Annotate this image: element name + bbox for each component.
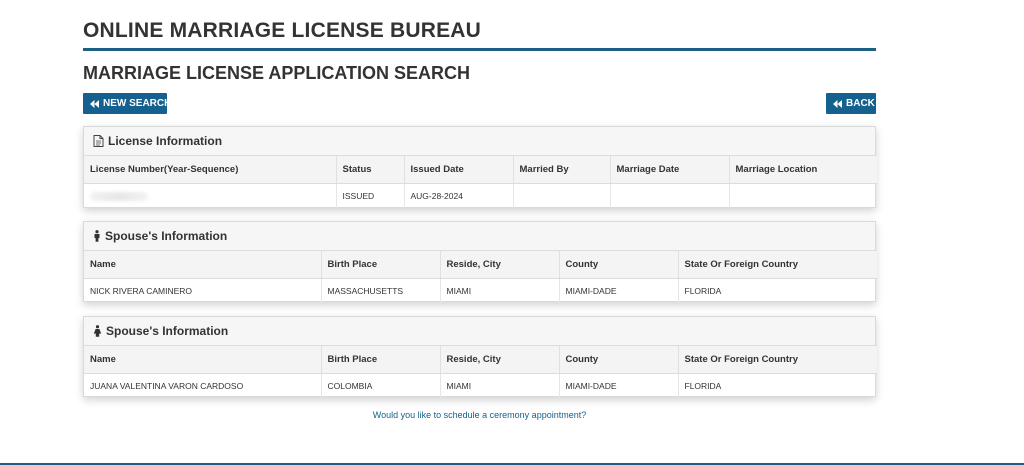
state-country-cell: FLORIDA bbox=[684, 380, 722, 391]
column-header: Name bbox=[84, 251, 322, 279]
column-header: Married By bbox=[513, 156, 611, 184]
issued-date-cell: AUG-28-2024 bbox=[404, 183, 514, 208]
table-header-row: License Number(Year-Sequence) Status Iss… bbox=[84, 156, 877, 184]
panel-title: License Information bbox=[108, 134, 223, 148]
reside-city-cell: MIAMI bbox=[440, 278, 560, 303]
panel-title: Spouse's Information bbox=[106, 324, 229, 338]
marriage-date-cell bbox=[610, 183, 730, 208]
column-header: State Or Foreign Country bbox=[678, 346, 877, 374]
status-cell: ISSUED bbox=[336, 183, 405, 208]
reside-city-cell: MIAMI bbox=[440, 373, 560, 398]
table-row: JUANA VALENTINA VARON CARDOSO COLOMBIA M… bbox=[84, 373, 877, 398]
title-divider bbox=[83, 48, 876, 51]
ceremony-appointment-link[interactable]: Would you like to schedule a ceremony ap… bbox=[83, 410, 876, 420]
birth-place-cell: MASSACHUSETTS bbox=[321, 278, 441, 303]
county-cell: MIAMI-DADE bbox=[559, 278, 679, 303]
rewind-icon bbox=[833, 99, 842, 108]
column-header: Reside, City bbox=[440, 346, 560, 374]
license-information-panel: License Information License Number(Year-… bbox=[83, 126, 877, 208]
column-header: State Or Foreign Country bbox=[678, 251, 877, 279]
name-cell: NICK RIVERA CAMINERO bbox=[84, 278, 322, 303]
marriage-location-cell bbox=[729, 183, 877, 208]
column-header: Issued Date bbox=[404, 156, 514, 184]
table-header-row: Name Birth Place Reside, City County Sta… bbox=[84, 346, 877, 374]
panel-header: Spouse's Information bbox=[84, 222, 875, 251]
female-person-icon bbox=[93, 325, 102, 337]
married-by-cell bbox=[513, 183, 611, 208]
new-search-label: NEW SEARCH bbox=[103, 98, 172, 109]
back-button[interactable]: BACK bbox=[826, 93, 876, 114]
new-search-button[interactable]: NEW SEARCH bbox=[83, 93, 171, 114]
county-cell: MIAMI-DADE bbox=[559, 373, 679, 398]
column-header: Birth Place bbox=[321, 346, 441, 374]
license-table: License Number(Year-Sequence) Status Iss… bbox=[84, 156, 877, 208]
page-title: MARRIAGE LICENSE APPLICATION SEARCH bbox=[83, 63, 471, 83]
state-country-cell: FLORIDA bbox=[684, 285, 722, 296]
column-header: County bbox=[559, 346, 679, 374]
column-header: Status bbox=[336, 156, 405, 184]
spouse-information-panel-1: Spouse's Information Name Birth Place Re… bbox=[83, 221, 877, 303]
spouse-table: Name Birth Place Reside, City County Sta… bbox=[84, 346, 877, 398]
license-number-cell bbox=[84, 183, 337, 208]
document-icon bbox=[93, 135, 104, 147]
table-header-row: Name Birth Place Reside, City County Sta… bbox=[84, 251, 877, 279]
panel-title: Spouse's Information bbox=[105, 229, 228, 243]
column-header: Marriage Location bbox=[729, 156, 877, 184]
back-label: BACK bbox=[846, 98, 875, 109]
male-person-icon bbox=[93, 230, 101, 242]
birth-place-cell: COLOMBIA bbox=[321, 373, 441, 398]
table-row: ISSUED AUG-28-2024 bbox=[84, 183, 877, 208]
column-header: County bbox=[559, 251, 679, 279]
column-header: Marriage Date bbox=[610, 156, 730, 184]
rewind-icon bbox=[90, 99, 99, 108]
spouse-information-panel-2: Spouse's Information Name Birth Place Re… bbox=[83, 316, 877, 398]
column-header: Name bbox=[84, 346, 322, 374]
panel-header: License Information bbox=[84, 127, 875, 156]
bureau-title: ONLINE MARRIAGE LICENSE BUREAU bbox=[83, 19, 482, 42]
spouse-table: Name Birth Place Reside, City County Sta… bbox=[84, 251, 877, 303]
column-header: Reside, City bbox=[440, 251, 560, 279]
redacted-license-number bbox=[90, 191, 148, 201]
table-row: NICK RIVERA CAMINERO MASSACHUSETTS MIAMI… bbox=[84, 278, 877, 303]
panel-header: Spouse's Information bbox=[84, 317, 875, 346]
column-header: License Number(Year-Sequence) bbox=[84, 156, 337, 184]
column-header: Birth Place bbox=[321, 251, 441, 279]
name-cell: JUANA VALENTINA VARON CARDOSO bbox=[84, 373, 322, 398]
